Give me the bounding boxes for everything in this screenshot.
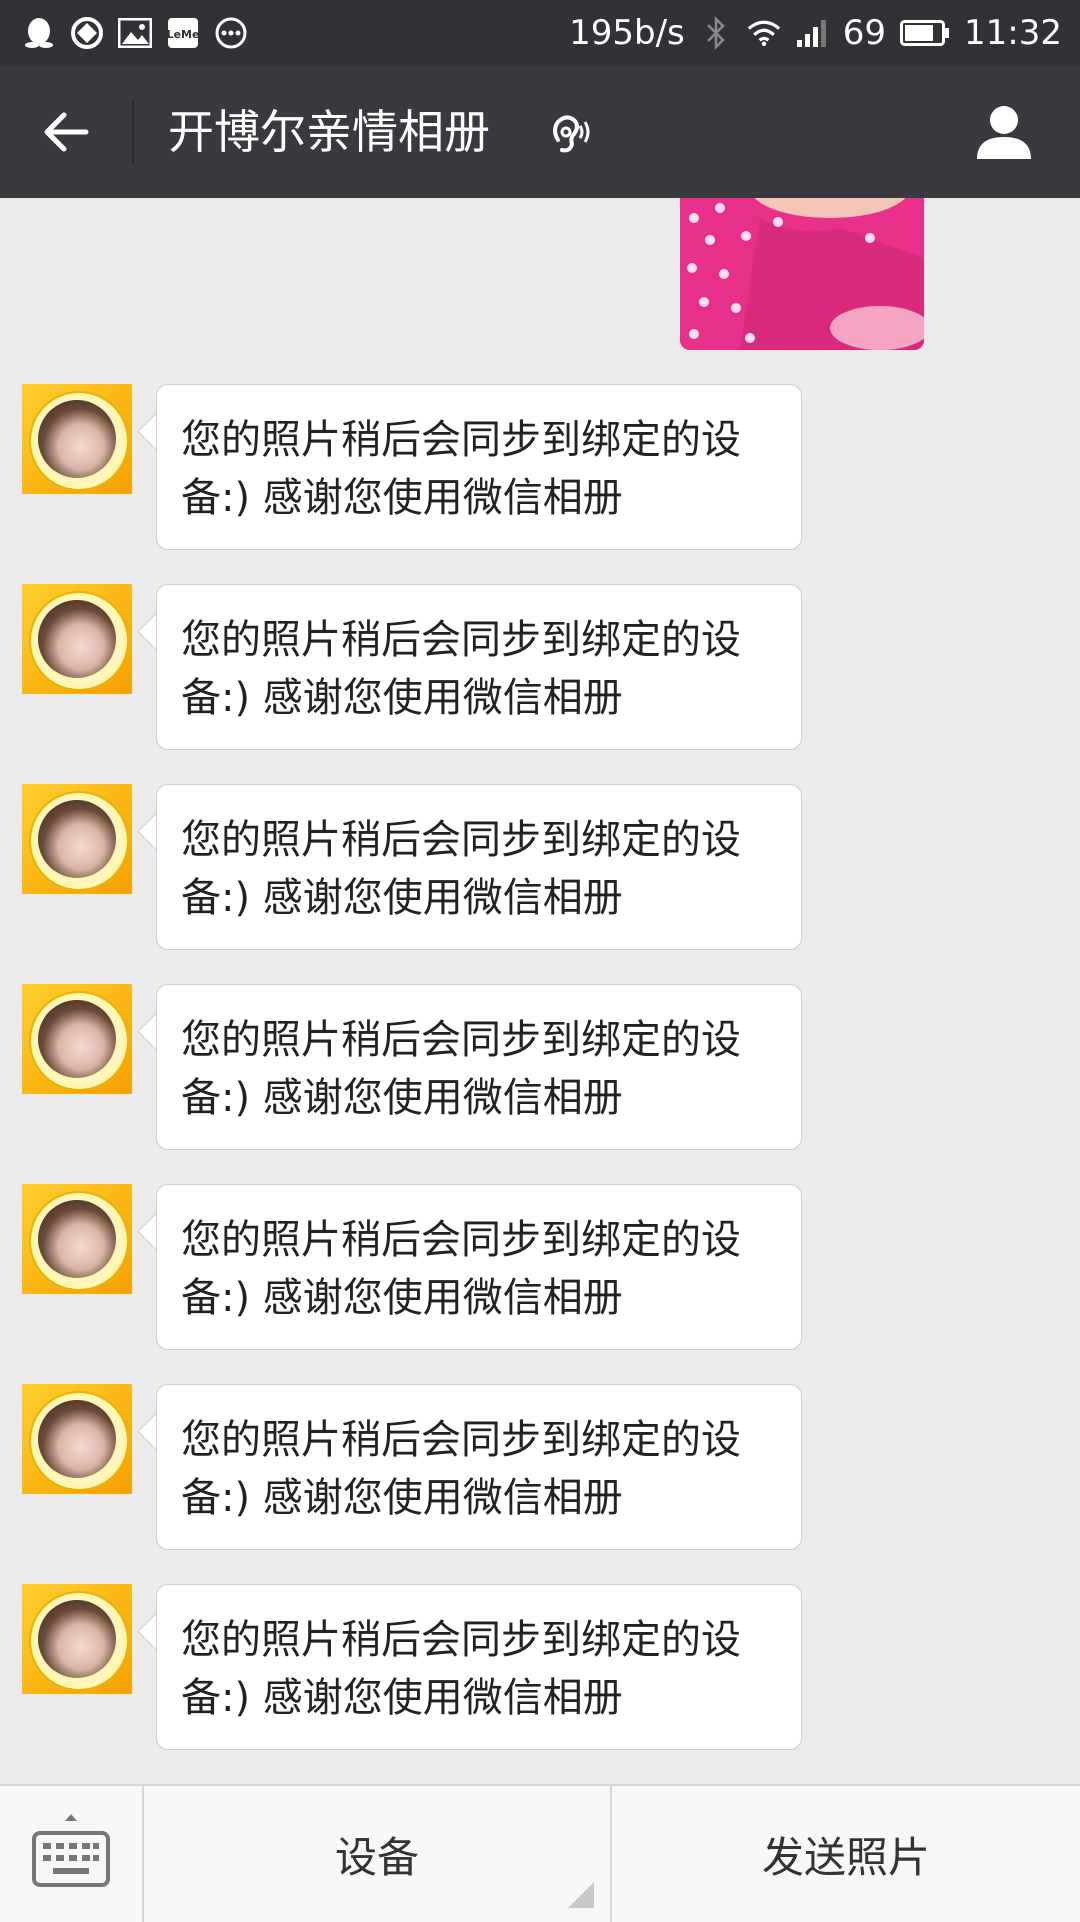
wifi-icon xyxy=(747,16,781,50)
title-divider xyxy=(132,100,134,164)
back-button[interactable] xyxy=(30,96,102,168)
signal-icon xyxy=(795,16,829,50)
battery-icon xyxy=(900,16,950,50)
message-bubble[interactable]: 您的照片稍后会同步到绑定的设备:) 感谢您使用微信相册 xyxy=(156,1184,802,1350)
title-bar: 开博尔亲情相册 xyxy=(0,66,1080,198)
menu-device-label: 设备 xyxy=(334,1832,419,1882)
bluetooth-icon xyxy=(699,16,733,50)
message-row: 您的照片稍后会同步到绑定的设备:) 感谢您使用微信相册 xyxy=(0,584,1080,750)
message-row: 您的照片稍后会同步到绑定的设备:) 感谢您使用微信相册 xyxy=(0,1384,1080,1550)
keyboard-toggle-button[interactable] xyxy=(0,1786,142,1922)
message-row: 您的照片稍后会同步到绑定的设备:) 感谢您使用微信相册 xyxy=(0,784,1080,950)
leme-icon: LeMe xyxy=(166,16,200,50)
avatar[interactable] xyxy=(22,1384,132,1494)
message-bubble[interactable]: 您的照片稍后会同步到绑定的设备:) 感谢您使用微信相册 xyxy=(156,1384,802,1550)
chat-area[interactable]: 您的照片稍后会同步到绑定的设备:) 感谢您使用微信相册 您的照片稍后会同步到绑定… xyxy=(0,198,1080,1784)
message-bubble[interactable]: 您的照片稍后会同步到绑定的设备:) 感谢您使用微信相册 xyxy=(156,584,802,750)
notification-icons: LeMe xyxy=(22,14,248,52)
menu-send-photo-label: 发送照片 xyxy=(761,1832,930,1882)
gallery-icon xyxy=(118,16,152,50)
clock: 11:32 xyxy=(964,13,1062,53)
avatar[interactable] xyxy=(22,784,132,894)
menu-device-button[interactable]: 设备 xyxy=(144,1786,610,1922)
keyboard-icon xyxy=(32,1814,110,1887)
message-bubble[interactable]: 您的照片稍后会同步到绑定的设备:) 感谢您使用微信相册 xyxy=(156,384,802,550)
sent-photo[interactable] xyxy=(680,198,924,350)
message-row: 您的照片稍后会同步到绑定的设备:) 感谢您使用微信相册 xyxy=(0,1184,1080,1350)
photo-thumbnail xyxy=(680,198,924,350)
sync-icon xyxy=(70,16,104,50)
svg-text:LeMe: LeMe xyxy=(167,28,199,41)
submenu-indicator-icon xyxy=(568,1882,594,1908)
profile-button[interactable] xyxy=(968,96,1040,168)
qq-icon xyxy=(22,16,56,50)
profile-icon xyxy=(977,106,1031,159)
network-speed: 195b/s xyxy=(569,13,685,53)
more-icon xyxy=(214,16,248,50)
avatar[interactable] xyxy=(22,384,132,494)
system-status: 195b/s 69 11:32 xyxy=(569,0,1062,66)
avatar[interactable] xyxy=(22,984,132,1094)
menu-send-photo-button[interactable]: 发送照片 xyxy=(612,1786,1080,1922)
bottom-menu-bar: 设备 发送照片 xyxy=(0,1784,1080,1922)
message-row: 您的照片稍后会同步到绑定的设备:) 感谢您使用微信相册 xyxy=(0,984,1080,1150)
avatar[interactable] xyxy=(22,1184,132,1294)
ear-icon xyxy=(548,110,592,158)
message-row: 您的照片稍后会同步到绑定的设备:) 感谢您使用微信相册 xyxy=(0,1584,1080,1750)
message-bubble[interactable]: 您的照片稍后会同步到绑定的设备:) 感谢您使用微信相册 xyxy=(156,784,802,950)
status-bar: LeMe 195b/s 69 11:32 xyxy=(0,0,1080,66)
back-arrow-icon xyxy=(44,112,89,152)
message-row: 您的照片稍后会同步到绑定的设备:) 感谢您使用微信相册 xyxy=(0,384,1080,550)
battery-level: 69 xyxy=(842,13,887,53)
page-title: 开博尔亲情相册 xyxy=(168,105,490,159)
avatar[interactable] xyxy=(22,1584,132,1694)
message-bubble[interactable]: 您的照片稍后会同步到绑定的设备:) 感谢您使用微信相册 xyxy=(156,1584,802,1750)
message-bubble[interactable]: 您的照片稍后会同步到绑定的设备:) 感谢您使用微信相册 xyxy=(156,984,802,1150)
avatar[interactable] xyxy=(22,584,132,694)
